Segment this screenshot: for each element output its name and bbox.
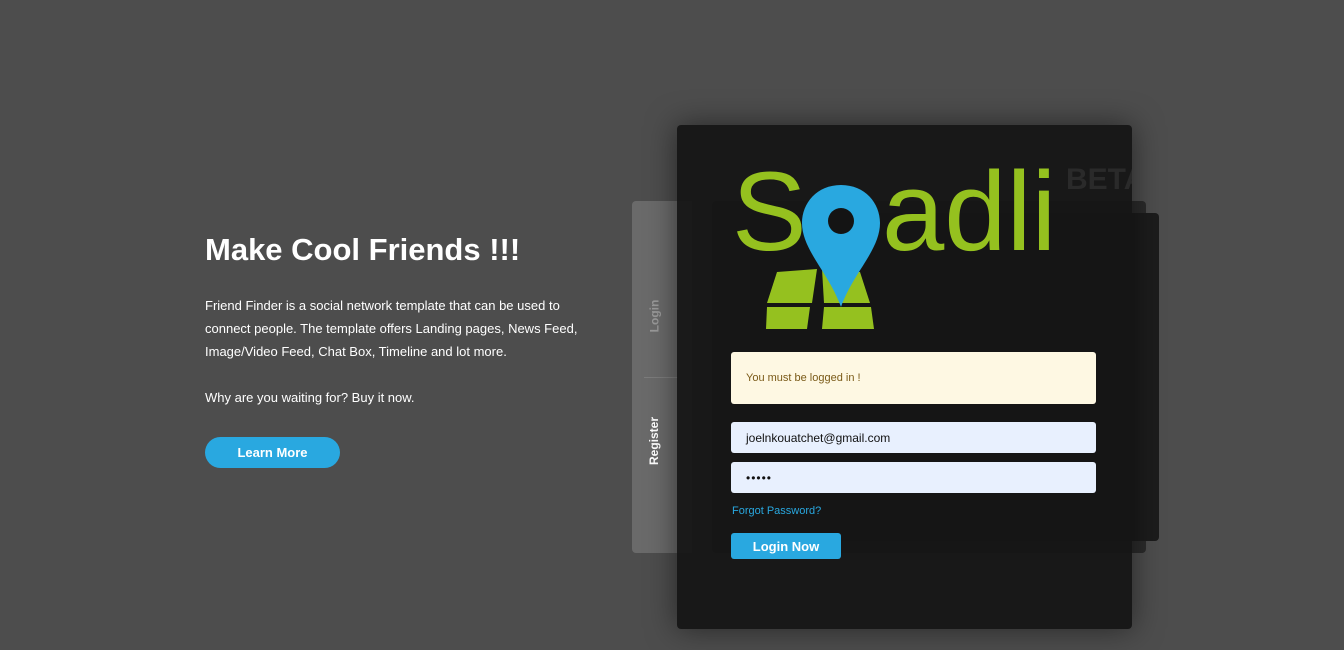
- forgot-password-link[interactable]: Forgot Password?: [732, 505, 821, 517]
- hero-description: Friend Finder is a social network templa…: [205, 298, 578, 359]
- tab-register[interactable]: Register: [632, 381, 677, 501]
- map-pin-hole: [828, 208, 854, 234]
- hero-title: Make Cool Friends !!!: [205, 232, 521, 267]
- login-now-button[interactable]: Login Now: [731, 533, 841, 559]
- tab-login-label: Login: [647, 299, 662, 333]
- email-field[interactable]: joelnkouatchet@gmail.com: [731, 422, 1096, 453]
- map-tile-left-top: [767, 269, 817, 303]
- login-alert: You must be logged in !: [731, 352, 1096, 404]
- spadli-logo: S adli BETA: [732, 155, 1132, 335]
- logo-letters-adli: adli: [882, 155, 1056, 274]
- password-field[interactable]: •••••: [731, 462, 1096, 493]
- tab-login[interactable]: Login: [632, 261, 677, 371]
- hero-cta-text: Why are you waiting for? Buy it now.: [205, 390, 415, 405]
- logo-graphic: S adli BETA: [732, 155, 1132, 329]
- logo-letter-s: S: [732, 155, 807, 274]
- tab-divider: [644, 377, 678, 378]
- tab-register-label: Register: [647, 416, 662, 466]
- learn-more-button[interactable]: Learn More: [205, 437, 340, 468]
- logo-beta-badge: BETA: [1066, 163, 1132, 196]
- map-tile-right-bottom: [822, 307, 874, 329]
- map-tile-left-bottom: [766, 307, 810, 329]
- hero-section: Make Cool Friends !!! Friend Finder is a…: [205, 230, 585, 468]
